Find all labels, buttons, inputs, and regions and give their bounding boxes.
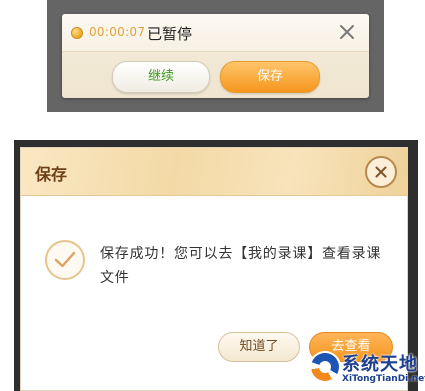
check-circle-icon: [45, 240, 85, 280]
recording-timer: 00:00:07: [89, 25, 146, 39]
watermark-url: XiTongTianDi.net: [342, 374, 425, 384]
close-icon[interactable]: [339, 24, 355, 40]
site-logo-icon: [311, 353, 339, 381]
ok-button[interactable]: 知道了: [218, 332, 300, 362]
watermark-name: 系统天地: [342, 354, 418, 375]
pause-recording-panel: 00:00:07 已暂停 继续 保存: [62, 14, 369, 98]
dialog-title: 保存: [35, 165, 68, 184]
close-icon[interactable]: [365, 156, 397, 188]
continue-button[interactable]: 继续: [112, 61, 210, 93]
success-message: 保存成功！您可以去【我的录课】查看录课文件: [100, 246, 382, 286]
recording-status: 已暂停: [147, 25, 193, 43]
save-button[interactable]: 保存: [220, 61, 320, 93]
record-indicator-icon: [72, 28, 82, 38]
dialog-header: 保存: [21, 148, 407, 196]
